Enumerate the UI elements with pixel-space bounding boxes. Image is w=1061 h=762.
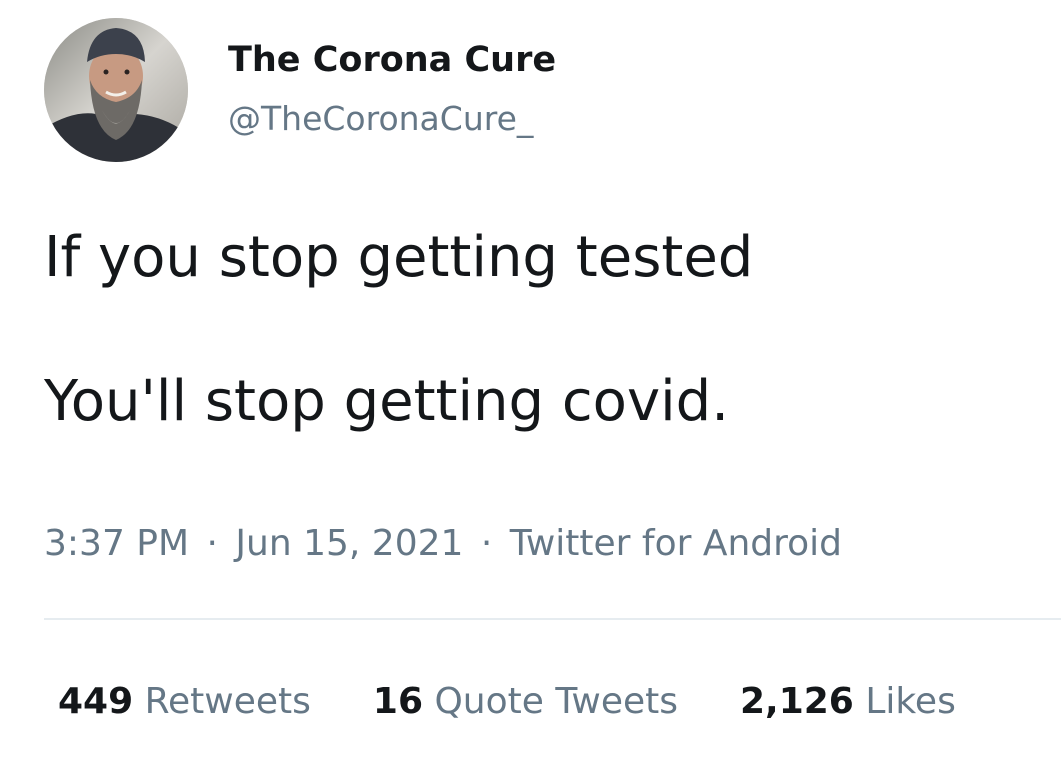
tweet-stats: 449 Retweets 16 Quote Tweets 2,126 Likes [58,678,956,726]
tweet-card: The Corona Cure @TheCoronaCure_ If you s… [0,0,1061,762]
tweet-text: If you stop getting tested You'll stop g… [44,222,753,438]
tweet-text-line-2: You'll stop getting covid. [44,369,729,434]
retweets-stat[interactable]: 449 Retweets [58,678,311,726]
likes-label: Likes [865,681,956,722]
tweet-source[interactable]: Twitter for Android [510,523,842,564]
retweets-label: Retweets [144,681,311,722]
likes-stat[interactable]: 2,126 Likes [740,678,956,726]
meta-separator: · [480,523,493,564]
tweet-text-gap [44,294,753,366]
tweet-meta: 3:37 PM · Jun 15, 2021 · Twitter for And… [44,520,842,568]
retweets-count: 449 [58,681,134,722]
avatar[interactable] [44,18,188,162]
author-handle[interactable]: @TheCoronaCure_ [228,98,533,140]
quote-tweets-count: 16 [372,681,423,722]
meta-separator: · [206,523,218,564]
author-display-name[interactable]: The Corona Cure [228,38,556,82]
tweet-date[interactable]: Jun 15, 2021 [235,523,463,564]
quote-tweets-stat[interactable]: 16 Quote Tweets [373,678,678,726]
quote-tweets-label: Quote Tweets [434,681,678,722]
tweet-text-line-1: If you stop getting tested [44,225,754,290]
divider [44,618,1061,620]
likes-count: 2,126 [739,681,854,722]
avatar-image [44,18,188,162]
tweet-time[interactable]: 3:37 PM [44,523,189,564]
